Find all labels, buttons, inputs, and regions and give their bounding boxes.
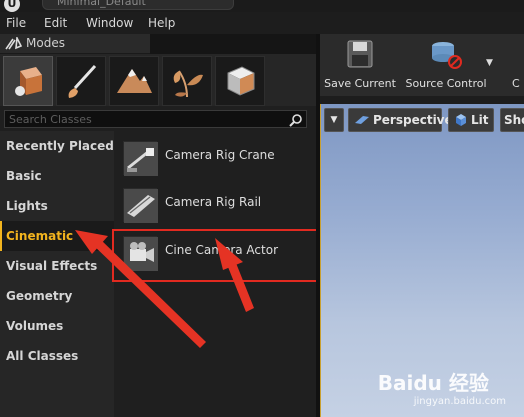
asset-label: Camera Rig Crane	[165, 148, 275, 162]
asset-camera-rig-rail[interactable]: Camera Rig Rail	[119, 182, 314, 226]
watermark-brand: Baidu 经验	[377, 371, 489, 395]
search-classes-field[interactable]	[4, 110, 307, 128]
camera-rig-crane-icon	[123, 141, 158, 176]
baidu-watermark: Baidu 经验 jingyan.baidu.com	[378, 367, 506, 407]
menu-bar: File Edit Window Help	[0, 12, 524, 34]
lit-button[interactable]: Lit	[448, 108, 494, 132]
editor-window: U Minimal_Default File Edit Window Help …	[0, 0, 524, 417]
category-visual-effects[interactable]: Visual Effects	[0, 251, 114, 281]
perspective-button[interactable]: Perspective	[348, 108, 453, 132]
menu-help[interactable]: Help	[148, 16, 175, 30]
show-label: Sho	[504, 113, 524, 127]
asset-camera-rig-crane[interactable]: Camera Rig Crane	[119, 135, 314, 179]
camera-rig-rail-icon	[123, 188, 158, 223]
source-control-dropdown-icon[interactable]: ▼	[486, 58, 493, 68]
watermark-url: jingyan.baidu.com	[413, 396, 506, 407]
highlight-box	[112, 229, 320, 282]
lit-label: Lit	[471, 113, 489, 127]
menu-edit[interactable]: Edit	[44, 16, 67, 30]
category-basic[interactable]: Basic	[0, 161, 114, 191]
lit-cube-icon	[454, 113, 468, 127]
source-control-label: Source Control	[405, 77, 487, 90]
viewport-options-button[interactable]: ▼	[324, 108, 344, 132]
foliage-mode-icon	[173, 70, 203, 98]
landscape-mode-icon	[117, 69, 152, 93]
document-tab-label: Minimal_Default	[57, 0, 146, 8]
category-lights[interactable]: Lights	[0, 191, 114, 221]
search-classes-input[interactable]	[9, 112, 279, 126]
chevron-down-icon: ▼	[330, 115, 338, 125]
show-button[interactable]: Sho	[500, 108, 524, 132]
category-volumes[interactable]: Volumes	[0, 311, 114, 341]
category-all-classes[interactable]: All Classes	[0, 341, 114, 371]
unreal-logo: U	[4, 0, 20, 12]
place-mode-icon	[15, 67, 42, 96]
category-recently-placed[interactable]: Recently Placed	[0, 131, 114, 161]
paint-mode-icon	[68, 64, 97, 98]
landscape-mode-button[interactable]	[109, 56, 159, 106]
paint-mode-button[interactable]	[56, 56, 106, 106]
modes-tab-label: Modes	[26, 36, 65, 50]
perspective-label: Perspective	[373, 113, 453, 127]
modes-icon	[5, 35, 23, 54]
save-current-button[interactable]: Save Current	[322, 38, 398, 94]
truncated-toolbar-label: C	[512, 77, 520, 90]
category-cinematic[interactable]: Cinematic	[0, 221, 114, 251]
place-mode-button[interactable]	[3, 56, 53, 106]
foliage-mode-button[interactable]	[162, 56, 212, 106]
source-control-icon	[429, 40, 463, 70]
source-control-button[interactable]: Source Control	[404, 38, 488, 94]
geometry-mode-icon	[227, 66, 255, 96]
menu-window[interactable]: Window	[86, 16, 133, 30]
perspective-icon	[354, 114, 370, 126]
title-bar: U Minimal_Default	[0, 0, 524, 12]
modes-tab[interactable]: Modes	[0, 34, 150, 54]
truncated-toolbar-button[interactable]: C	[510, 38, 524, 94]
asset-label: Camera Rig Rail	[165, 195, 262, 209]
search-icon[interactable]	[288, 112, 304, 127]
viewport-tab-bar	[320, 96, 524, 104]
document-tab[interactable]: Minimal_Default	[42, 0, 234, 10]
save-icon	[343, 40, 377, 70]
category-geometry[interactable]: Geometry	[0, 281, 114, 311]
menu-file[interactable]: File	[6, 16, 26, 30]
geometry-mode-button[interactable]	[215, 56, 265, 106]
save-current-label: Save Current	[324, 77, 396, 90]
